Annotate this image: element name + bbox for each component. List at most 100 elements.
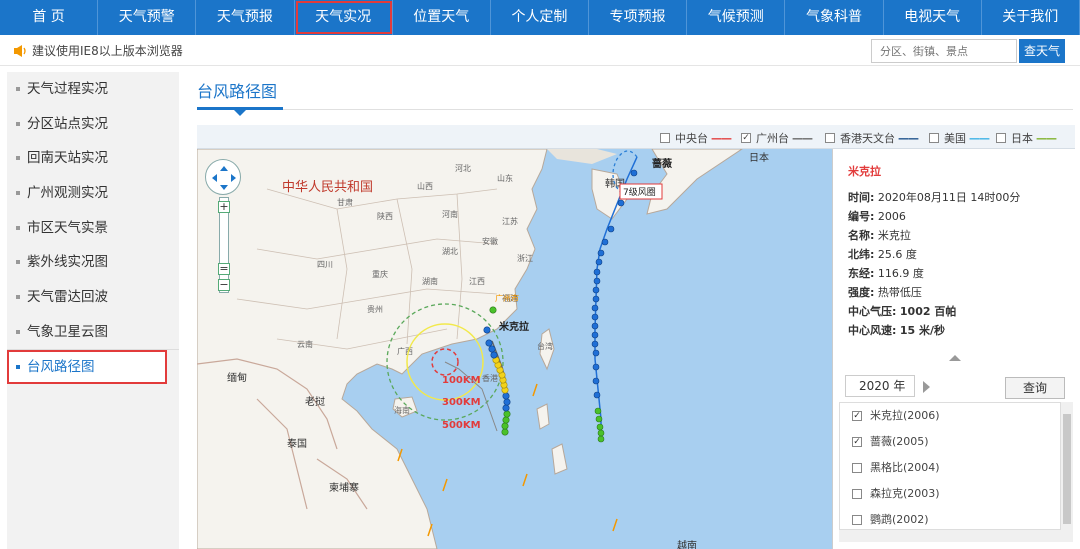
nav-location-weather[interactable]: 位置天气 <box>393 0 491 35</box>
typhoon-list-label: 森拉克(2003) <box>870 487 940 500</box>
typhoon-list-item[interactable]: 黑格比(2004) <box>840 455 1060 481</box>
typhoon-list-label: 蔷薇(2005) <box>870 435 929 448</box>
nav-forecast[interactable]: 天气预报 <box>196 0 295 35</box>
info-name: 名称: 米克拉 <box>848 227 911 243</box>
title-divider <box>197 109 1073 110</box>
legend-cma[interactable]: 中央台 —— <box>660 130 732 146</box>
info-intensity: 强度: 热带低压 <box>848 284 922 300</box>
legend-japan-checkbox[interactable] <box>996 133 1006 143</box>
info-pressure: 中心气压: 1002 百帕 <box>848 303 956 319</box>
label-thailand: 泰国 <box>287 437 307 450</box>
info-wind-speed-value: 15 米/秒 <box>899 324 946 337</box>
sidebar-item-guangzhou-obs[interactable]: 广州观测实况 <box>7 176 179 211</box>
label-hubei: 湖北 <box>442 247 458 256</box>
legend-japan-swatch: —— <box>1036 131 1057 145</box>
typhoon-list-scrollbar[interactable] <box>1061 402 1073 542</box>
typhoon-checkbox[interactable]: ✓ <box>852 411 862 421</box>
label-guizhou: 贵州 <box>367 304 383 314</box>
label-hainan: 海南 <box>394 405 410 415</box>
info-time-value: 2020年08月11日 14时00分 <box>877 191 1021 204</box>
legend-hko-swatch: —— <box>898 131 919 145</box>
typhoon-list-hscrollbar[interactable] <box>839 530 1061 542</box>
legend-japan[interactable]: 日本 —— <box>996 130 1057 146</box>
legend-us-checkbox[interactable] <box>929 133 939 143</box>
legend-guangzhou-label: 广州台 <box>756 132 789 145</box>
legend-guangzhou-checkbox[interactable]: ✓ <box>741 133 751 143</box>
label-shandong: 山东 <box>497 173 513 183</box>
radius-label-300km: 300KM <box>442 397 481 408</box>
query-button[interactable]: 查询 <box>1005 377 1065 399</box>
speaker-icon <box>14 44 26 57</box>
legend-hko-checkbox[interactable] <box>825 133 835 143</box>
legend-us-swatch: —— <box>969 131 990 145</box>
label-henan: 河南 <box>442 209 458 219</box>
info-latitude: 北纬: 25.6 度 <box>848 246 917 262</box>
typhoon-list-item[interactable]: 森拉克(2003) <box>840 481 1060 507</box>
label-laos: 老挝 <box>305 395 325 408</box>
nav-tv-weather[interactable]: 电视天气 <box>884 0 982 35</box>
sidebar-item-uv[interactable]: 紫外线实况图 <box>7 245 179 280</box>
legend-guangzhou-swatch: —— <box>792 131 813 145</box>
top-nav: 首 页 天气预警 天气预报 天气实况 位置天气 个人定制 专项预报 气候预测 气… <box>0 0 1080 35</box>
nav-special[interactable]: 专项预报 <box>589 0 688 35</box>
info-pressure-key: 中心气压: <box>848 305 897 318</box>
sidebar-item-weather-process[interactable]: 天气过程实况 <box>7 72 179 107</box>
zoom-in-button[interactable]: + <box>218 201 230 213</box>
label-anhui: 安徽 <box>482 236 498 246</box>
sidebar-item-radar[interactable]: 天气雷达回波 <box>7 280 179 315</box>
browser-notice: 建议使用IE8以上版本浏览器 <box>14 42 183 59</box>
radius-label-100km: 100KM <box>442 375 481 386</box>
info-number-value: 2006 <box>877 210 906 223</box>
nav-home[interactable]: 首 页 <box>0 0 99 35</box>
legend-cma-checkbox[interactable] <box>660 133 670 143</box>
year-select[interactable]: 2020 年 <box>845 375 915 397</box>
legend-cma-swatch: —— <box>711 131 732 145</box>
label-jiangsu: 江苏 <box>502 216 518 226</box>
sidebar-item-typhoon-track[interactable]: 台风路径图 <box>7 349 167 385</box>
nav-science[interactable]: 气象科普 <box>785 0 884 35</box>
info-name-value: 米克拉 <box>877 229 911 242</box>
legend-hko[interactable]: 香港天文台 —— <box>825 130 919 146</box>
scrollbar-thumb[interactable] <box>1063 414 1071 524</box>
zoom-out-button[interactable]: − <box>218 279 230 291</box>
sidebar-item-humid-weather[interactable]: 回南天站实况 <box>7 141 179 176</box>
typhoon-checkbox[interactable] <box>852 515 862 525</box>
typhoon-checkbox[interactable] <box>852 463 862 473</box>
info-longitude-key: 东经: <box>848 267 875 280</box>
wind-circle-tooltip-text: 7级风圈 <box>623 186 656 198</box>
nav-climate[interactable]: 气候预测 <box>687 0 786 35</box>
legend-cma-label: 中央台 <box>675 132 708 145</box>
search-weather-button[interactable]: 查天气 <box>1019 39 1065 63</box>
collapse-arrow-icon[interactable] <box>949 355 961 361</box>
typhoon-list-item[interactable]: ✓ 米克拉(2006) <box>840 403 1060 429</box>
label-hebei: 河北 <box>455 163 471 173</box>
typhoon-map[interactable]: 中华人民共和国 韩国 日本 缅甸 老挝 泰国 柬埔寨 越南 海南 山西 河北 山… <box>197 149 832 549</box>
typhoon-checkbox[interactable] <box>852 489 862 499</box>
label-zhejiang: 浙江 <box>517 253 533 263</box>
sidebar-item-district-stations[interactable]: 分区站点实况 <box>7 107 179 142</box>
info-pressure-value: 1002 百帕 <box>899 305 957 318</box>
info-latitude-key: 北纬: <box>848 248 875 261</box>
search-input[interactable] <box>871 39 1017 63</box>
typhoon-info-title: 米克拉 <box>848 165 881 178</box>
legend-guangzhou[interactable]: ✓ 广州台 —— <box>741 130 813 146</box>
zoom-handle[interactable]: = <box>218 263 230 275</box>
legend-japan-label: 日本 <box>1011 132 1033 145</box>
map-pan-control[interactable] <box>205 159 241 195</box>
label-hongkong: 香港 <box>482 373 498 383</box>
legend-us[interactable]: 美国 —— <box>929 130 990 146</box>
sidebar-item-satellite[interactable]: 气象卫星云图 <box>7 315 179 350</box>
typhoon-checkbox[interactable]: ✓ <box>852 437 862 447</box>
sidebar-item-city-scene[interactable]: 市区天气实景 <box>7 211 179 246</box>
nav-about[interactable]: 关于我们 <box>982 0 1080 35</box>
nav-observation[interactable]: 天气实况 <box>295 0 393 35</box>
label-taiwan: 台湾 <box>537 341 553 351</box>
nav-personal[interactable]: 个人定制 <box>491 0 590 35</box>
label-sichuan: 四川 <box>317 260 333 269</box>
typhoon-list-item[interactable]: ✓ 蔷薇(2005) <box>840 429 1060 455</box>
info-latitude-value: 25.6 度 <box>877 248 917 261</box>
sidebar: 天气过程实况 分区站点实况 回南天站实况 广州观测实况 市区天气实景 紫外线实况… <box>7 72 179 549</box>
info-longitude: 东经: 116.9 度 <box>848 265 924 281</box>
year-next-arrow-icon[interactable] <box>923 381 930 393</box>
nav-warning[interactable]: 天气预警 <box>98 0 197 35</box>
